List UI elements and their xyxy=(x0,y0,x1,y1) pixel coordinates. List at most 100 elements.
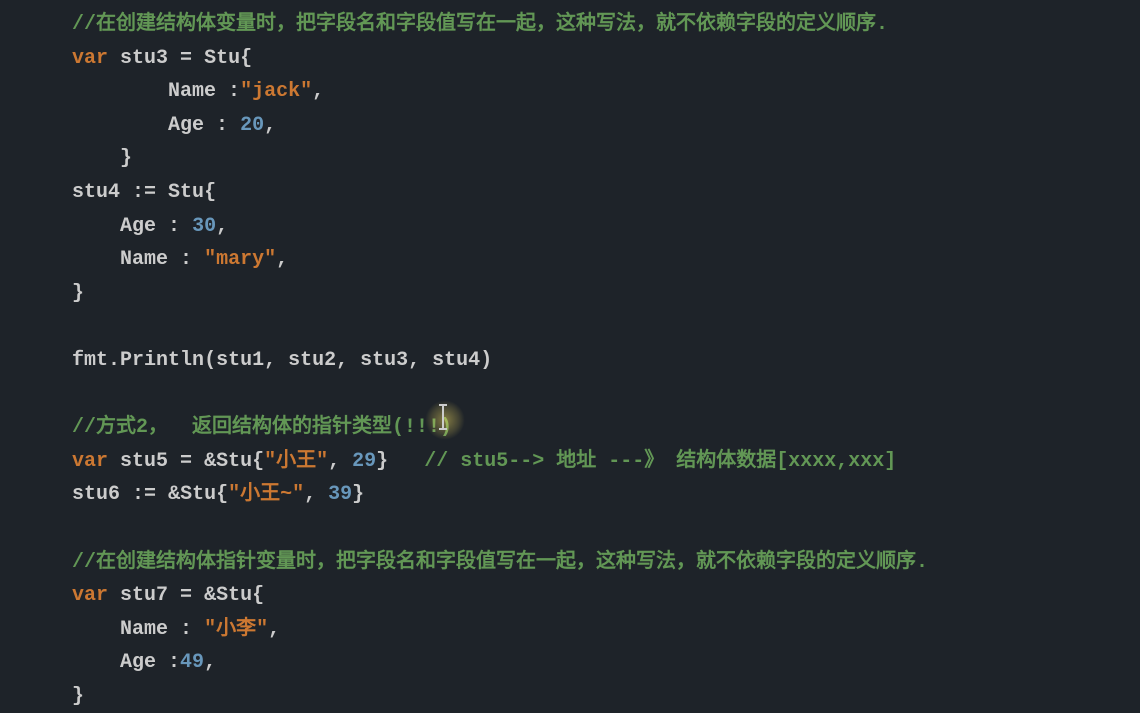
token-punct: } xyxy=(120,147,132,170)
token-identifier: stu4 xyxy=(432,349,480,372)
token-identifier xyxy=(388,450,424,473)
token-identifier: stu3 xyxy=(360,349,408,372)
token-identifier: Println xyxy=(120,349,204,372)
code-line[interactable] xyxy=(0,378,1140,412)
token-number: 49 xyxy=(180,651,204,674)
token-identifier: Age xyxy=(168,114,216,137)
token-comment: // stu5--> 地址 ---》 结构体数据[xxxx,xxx] xyxy=(424,450,896,473)
token-punct: { xyxy=(204,181,216,204)
token-punct: } xyxy=(376,450,388,473)
token-identifier: Stu xyxy=(180,483,216,506)
token-punct: , xyxy=(336,349,360,372)
token-number: 29 xyxy=(352,450,376,473)
token-string: "mary" xyxy=(204,248,276,271)
code-line[interactable]: stu4 := Stu{ xyxy=(0,176,1140,210)
code-line[interactable]: Age : 30, xyxy=(0,210,1140,244)
code-line[interactable]: } xyxy=(0,277,1140,311)
code-line[interactable]: fmt.Println(stu1, stu2, stu3, stu4) xyxy=(0,344,1140,378)
token-operator: = xyxy=(180,47,192,70)
token-number: 39 xyxy=(328,483,352,506)
code-line[interactable]: Name :"jack", xyxy=(0,75,1140,109)
token-identifier: stu3 xyxy=(108,47,180,70)
token-punct: , xyxy=(408,349,432,372)
token-identifier: stu1 xyxy=(216,349,264,372)
token-operator: : xyxy=(216,114,228,137)
token-operator: := xyxy=(132,181,156,204)
token-operator: & xyxy=(204,450,216,473)
token-punct: , xyxy=(276,248,288,271)
token-punct: , xyxy=(328,450,352,473)
token-identifier xyxy=(192,584,204,607)
token-operator: := xyxy=(132,483,156,506)
code-editor[interactable]: //在创建结构体变量时，把字段名和字段值写在一起，这种写法，就不依赖字段的定义顺… xyxy=(0,8,1140,713)
token-punct: { xyxy=(216,483,228,506)
token-identifier: Stu xyxy=(192,47,240,70)
token-number: 20 xyxy=(240,114,264,137)
code-line[interactable]: //方式2， 返回结构体的指针类型(!!!) xyxy=(0,411,1140,445)
code-line[interactable]: } xyxy=(0,142,1140,176)
token-operator: : xyxy=(168,651,180,674)
token-identifier: stu7 xyxy=(108,584,180,607)
token-punct: . xyxy=(108,349,120,372)
token-punct: , xyxy=(216,215,228,238)
code-line[interactable]: //在创建结构体指针变量时，把字段名和字段值写在一起，这种写法，就不依赖字段的定… xyxy=(0,546,1140,580)
token-punct: ( xyxy=(204,349,216,372)
token-punct: } xyxy=(72,685,84,708)
token-string: "小王~" xyxy=(228,483,304,506)
token-comment: //在创建结构体变量时，把字段名和字段值写在一起，这种写法，就不依赖字段的定义顺… xyxy=(72,13,888,36)
token-identifier: stu4 xyxy=(72,181,132,204)
token-operator: : xyxy=(228,80,240,103)
token-identifier: Age xyxy=(120,215,168,238)
token-punct: { xyxy=(252,584,264,607)
token-punct: } xyxy=(72,282,84,305)
code-line[interactable]: stu6 := &Stu{"小王~", 39} xyxy=(0,478,1140,512)
token-operator: & xyxy=(204,584,216,607)
token-operator: : xyxy=(168,215,180,238)
token-identifier: Stu xyxy=(156,181,204,204)
token-punct: , xyxy=(264,349,288,372)
token-identifier xyxy=(192,618,204,641)
token-punct: , xyxy=(312,80,324,103)
code-line[interactable]: Age : 20, xyxy=(0,109,1140,143)
token-punct: } xyxy=(352,483,364,506)
token-identifier xyxy=(192,450,204,473)
code-line[interactable] xyxy=(0,512,1140,546)
token-operator: : xyxy=(180,248,192,271)
token-punct: , xyxy=(204,651,216,674)
token-punct: , xyxy=(268,618,280,641)
token-identifier: Stu xyxy=(216,584,252,607)
token-keyword: var xyxy=(72,47,108,70)
token-punct: { xyxy=(240,47,252,70)
token-keyword: var xyxy=(72,450,108,473)
token-string: "小李" xyxy=(204,618,268,641)
token-identifier: Name xyxy=(120,248,180,271)
token-keyword: var xyxy=(72,584,108,607)
token-identifier: Age xyxy=(120,651,168,674)
token-identifier: stu6 xyxy=(72,483,132,506)
token-punct: ) xyxy=(480,349,492,372)
token-identifier xyxy=(192,248,204,271)
token-string: "小王" xyxy=(264,450,328,473)
code-line[interactable]: Name : "mary", xyxy=(0,243,1140,277)
token-identifier: fmt xyxy=(72,349,108,372)
code-line[interactable] xyxy=(0,310,1140,344)
token-punct: , xyxy=(304,483,328,506)
token-comment: //在创建结构体指针变量时，把字段名和字段值写在一起，这种写法，就不依赖字段的定… xyxy=(72,551,928,574)
token-punct: { xyxy=(252,450,264,473)
code-line[interactable]: var stu5 = &Stu{"小王", 29} // stu5--> 地址 … xyxy=(0,445,1140,479)
token-operator: = xyxy=(180,584,192,607)
code-line[interactable]: //在创建结构体变量时，把字段名和字段值写在一起，这种写法，就不依赖字段的定义顺… xyxy=(0,8,1140,42)
token-number: 30 xyxy=(192,215,216,238)
code-line[interactable]: Name : "小李", xyxy=(0,613,1140,647)
token-operator: & xyxy=(168,483,180,506)
code-line[interactable]: Age :49, xyxy=(0,646,1140,680)
token-identifier: stu5 xyxy=(108,450,180,473)
token-identifier xyxy=(228,114,240,137)
code-line[interactable]: } xyxy=(0,680,1140,713)
code-line[interactable]: var stu3 = Stu{ xyxy=(0,42,1140,76)
token-comment: //方式2， 返回结构体的指针类型(!!!) xyxy=(72,416,452,439)
token-identifier: Name xyxy=(120,618,180,641)
token-identifier xyxy=(180,215,192,238)
token-identifier: Stu xyxy=(216,450,252,473)
code-line[interactable]: var stu7 = &Stu{ xyxy=(0,579,1140,613)
